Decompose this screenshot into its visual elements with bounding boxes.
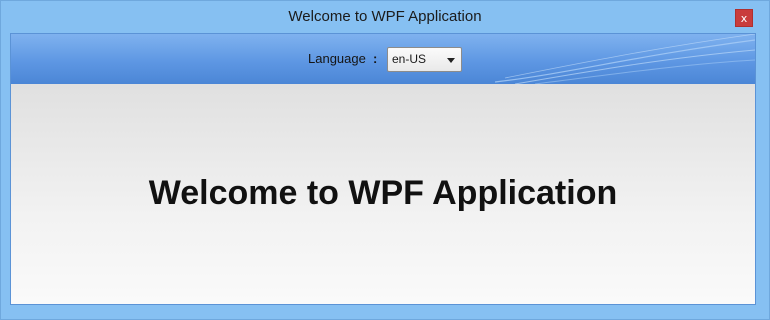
title-bar[interactable]: Welcome to WPF Application x — [1, 1, 769, 32]
header-band: Language : en-US — [11, 34, 755, 84]
main-content: Welcome to WPF Application — [11, 84, 755, 304]
chevron-down-icon — [447, 58, 455, 63]
close-button[interactable]: x — [735, 9, 753, 27]
app-window: Welcome to WPF Application x Language : … — [0, 0, 770, 320]
welcome-heading: Welcome to WPF Application — [148, 174, 618, 212]
decorative-swoosh — [495, 34, 755, 84]
language-selected-value: en-US — [392, 52, 427, 66]
language-label: Language — [308, 51, 366, 66]
window-title: Welcome to WPF Application — [288, 8, 482, 25]
client-area: Language : en-US Welcome to WPF Applicat… — [10, 33, 756, 305]
close-icon: x — [740, 12, 748, 25]
language-separator: : — [373, 51, 378, 66]
language-select[interactable]: en-US — [387, 47, 462, 72]
